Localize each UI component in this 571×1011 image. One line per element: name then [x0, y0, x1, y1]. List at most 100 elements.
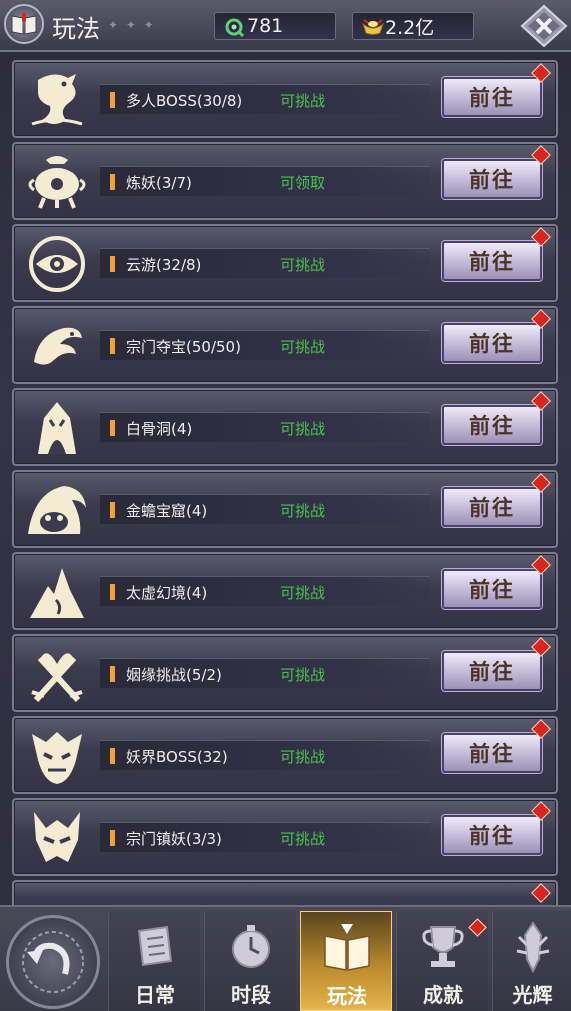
clock-icon [223, 919, 279, 975]
book-icon [319, 920, 375, 976]
go-button[interactable]: 前往 [442, 733, 542, 773]
orange-marker [110, 666, 115, 682]
horned-demon-icon [24, 806, 90, 870]
activity-name: 炼妖(3/7) [126, 174, 192, 192]
activity-row: 姻缘挑战(5/2) 可挑战 前往 [12, 634, 558, 712]
orange-marker [110, 584, 115, 600]
activity-row: 妖界BOSS(32) 可挑战 前往 [12, 716, 558, 794]
tab-label: 成就 [423, 983, 463, 1007]
page-title: 玩法 [52, 15, 100, 43]
title-ornament: ✦ ✦ ✦ [108, 18, 156, 32]
tab-label: 日常 [135, 983, 175, 1007]
orange-marker [110, 92, 115, 108]
activity-name: 太虚幻境(4) [126, 584, 208, 602]
activity-info: 太虚幻境(4) 可挑战 [100, 576, 430, 606]
tab-glory[interactable]: 光辉 [492, 911, 571, 1011]
activity-name: 金蟾宝窟(4) [126, 502, 208, 520]
gold-amount: 2.2亿 [385, 16, 435, 39]
activity-status: 可领取 [280, 174, 326, 192]
go-button[interactable]: 前往 [442, 77, 542, 117]
activity-status: 可挑战 [280, 420, 326, 438]
back-button[interactable] [6, 915, 100, 1009]
activity-status: 可挑战 [280, 748, 326, 766]
toad-cave-icon [24, 478, 90, 542]
activity-info: 宗门镇妖(3/3) 可挑战 [100, 822, 430, 852]
activity-status: 可挑战 [280, 666, 326, 684]
orange-marker [110, 338, 115, 354]
activity-row: 宗门镇妖(3/3) 可挑战 前往 [12, 798, 558, 876]
activity-info: 妖界BOSS(32) 可挑战 [100, 740, 430, 770]
orange-marker [110, 256, 115, 272]
activity-info: 金蟾宝窟(4) 可挑战 [100, 494, 430, 524]
go-button[interactable]: 前往 [442, 159, 542, 199]
tab-achievement[interactable]: 成就 [396, 911, 488, 1011]
activity-name: 姻缘挑战(5/2) [126, 666, 222, 684]
cauldron-icon [24, 150, 90, 214]
back-arrow-icon [32, 942, 70, 975]
dragon-icon [24, 68, 90, 132]
bottom-nav: 日常 时段 玩法 成就 光辉 [0, 905, 571, 1011]
activity-status: 可挑战 [280, 256, 326, 274]
activity-status: 可挑战 [280, 338, 326, 356]
book-icon [4, 4, 44, 44]
activity-name: 宗门镇妖(3/3) [126, 830, 222, 848]
demon-mask-icon [24, 724, 90, 788]
activity-row: 炼妖(3/7) 可领取 前往 [12, 142, 558, 220]
activity-status: 可挑战 [280, 502, 326, 520]
orange-marker [110, 420, 115, 436]
swirl-eye-icon [24, 232, 90, 296]
notification-badge [468, 918, 487, 937]
go-button[interactable]: 前往 [442, 569, 542, 609]
activity-row: 宗门夺宝(50/50) 可挑战 前往 [12, 306, 558, 384]
go-button[interactable]: 前往 [442, 651, 542, 691]
activity-status: 可挑战 [280, 92, 326, 110]
activity-info: 白骨洞(4) 可挑战 [100, 412, 430, 442]
activity-row: 云游(32/8) 可挑战 前往 [12, 224, 558, 302]
bone-cave-icon [24, 396, 90, 460]
crossed-swords-heart-icon [24, 642, 90, 706]
orange-marker [110, 830, 115, 846]
tab-daily[interactable]: 日常 [108, 911, 200, 1011]
activity-info: 炼妖(3/7) 可领取 [100, 166, 430, 196]
glory-icon [505, 919, 561, 975]
gold-currency: 2.2亿 [352, 12, 474, 40]
tab-label: 时段 [231, 983, 271, 1007]
mountain-icon [24, 560, 90, 624]
activity-row: 白骨洞(4) 可挑战 前往 [12, 388, 558, 466]
trophy-icon [415, 919, 471, 975]
activity-name: 云游(32/8) [126, 256, 202, 274]
jade-currency: 781 [214, 12, 336, 40]
activity-row: 多人BOSS(30/8) 可挑战 前往 [12, 60, 558, 138]
activity-name: 宗门夺宝(50/50) [126, 338, 241, 356]
close-button[interactable] [520, 4, 568, 48]
gold-ingot-icon [361, 16, 385, 43]
activity-row-partial [12, 880, 558, 905]
go-button[interactable]: 前往 [442, 323, 542, 363]
tab-period[interactable]: 时段 [204, 911, 296, 1011]
activity-status: 可挑战 [280, 830, 326, 848]
activity-row: 金蟾宝窟(4) 可挑战 前往 [12, 470, 558, 548]
activity-name: 白骨洞(4) [126, 420, 193, 438]
activity-info: 宗门夺宝(50/50) 可挑战 [100, 330, 430, 360]
tab-label: 玩法 [327, 984, 367, 1008]
tab-label: 光辉 [512, 983, 553, 1007]
activity-list[interactable]: 多人BOSS(30/8) 可挑战 前往 炼妖(3/7) 可领取 前往 云游(32… [0, 52, 571, 905]
orange-marker [110, 502, 115, 518]
go-button[interactable]: 前往 [442, 487, 542, 527]
activity-info: 姻缘挑战(5/2) 可挑战 [100, 658, 430, 688]
orange-marker [110, 748, 115, 764]
activity-status: 可挑战 [280, 584, 326, 602]
top-bar: 玩法 ✦ ✦ ✦ 781 2.2亿 [0, 0, 571, 52]
jade-amount: 781 [247, 15, 284, 37]
tab-gameplay[interactable]: 玩法 [300, 911, 392, 1011]
go-button[interactable]: 前往 [442, 815, 542, 855]
phoenix-icon [24, 314, 90, 378]
go-button[interactable]: 前往 [442, 241, 542, 281]
go-button[interactable]: 前往 [442, 405, 542, 445]
orange-marker [110, 174, 115, 190]
activity-info: 多人BOSS(30/8) 可挑战 [100, 84, 430, 114]
activity-name: 多人BOSS(30/8) [126, 92, 243, 110]
notification-badge [531, 883, 551, 903]
scroll-icon [127, 919, 183, 975]
jade-icon [223, 16, 245, 43]
